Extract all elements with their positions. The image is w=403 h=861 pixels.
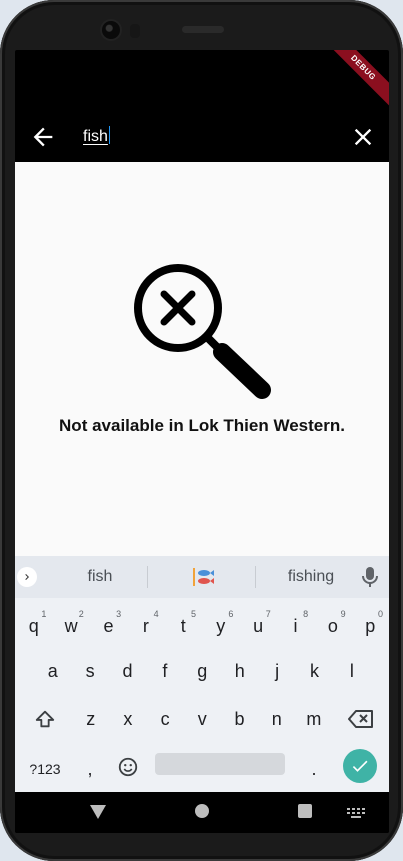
key-d[interactable]: d <box>109 651 146 691</box>
search-input[interactable]: fish <box>83 125 343 149</box>
front-camera <box>102 21 120 39</box>
mic-icon <box>362 567 378 587</box>
arrow-left-icon <box>33 127 53 147</box>
keyboard-switch-icon[interactable] <box>347 808 365 818</box>
key-label: w <box>64 616 78 636</box>
key-u[interactable]: u7 <box>239 606 276 646</box>
key-v[interactable]: v <box>184 699 221 739</box>
comma-key[interactable]: , <box>77 749 103 789</box>
shift-icon <box>35 710 55 728</box>
clear-search-button[interactable] <box>349 123 377 151</box>
key-hint: 9 <box>340 609 346 619</box>
key-r[interactable]: r4 <box>127 606 164 646</box>
key-hint: 1 <box>41 609 47 619</box>
key-b[interactable]: b <box>221 699 258 739</box>
key-o[interactable]: o9 <box>314 606 351 646</box>
key-label: q <box>28 616 39 636</box>
camera-sensor <box>130 24 140 38</box>
system-nav-bar <box>15 792 389 833</box>
key-hint: 8 <box>303 609 309 619</box>
key-h[interactable]: h <box>221 651 258 691</box>
symbols-key[interactable]: ?123 <box>23 749 67 789</box>
emoji-icon <box>118 757 138 777</box>
suggestion-1[interactable]: fish <box>55 568 145 586</box>
earpiece-speaker <box>182 26 224 33</box>
search-input-value: fish <box>83 128 108 145</box>
period-key[interactable]: . <box>301 749 327 789</box>
close-icon <box>354 128 372 146</box>
key-label: i <box>293 616 298 636</box>
key-w[interactable]: w2 <box>52 606 89 646</box>
space-key[interactable] <box>155 753 285 775</box>
nav-back-icon[interactable] <box>90 805 106 819</box>
suggestion-divider <box>255 566 256 588</box>
results-area: Not available in Lok Thien Western. <box>15 162 389 556</box>
key-hint: 4 <box>153 609 159 619</box>
key-p[interactable]: p0 <box>352 606 389 646</box>
key-g[interactable]: g <box>184 651 221 691</box>
key-label: u <box>253 616 264 636</box>
key-e[interactable]: e3 <box>90 606 127 646</box>
voice-input-button[interactable] <box>361 566 379 588</box>
enter-key[interactable] <box>343 749 377 783</box>
key-f[interactable]: f <box>146 651 183 691</box>
key-hint: 3 <box>116 609 122 619</box>
key-t[interactable]: t5 <box>165 606 202 646</box>
key-z[interactable]: z <box>72 699 109 739</box>
key-hint: 2 <box>78 609 84 619</box>
key-a[interactable]: a <box>34 651 71 691</box>
key-label: o <box>327 616 338 636</box>
key-hint: 5 <box>190 609 196 619</box>
key-x[interactable]: x <box>109 699 146 739</box>
key-i[interactable]: i8 <box>277 606 314 646</box>
key-row-1: q1w2e3r4t5y6u7i8o9p0 <box>15 606 389 646</box>
debug-banner: DEBUG <box>323 50 389 108</box>
backspace-icon <box>348 710 373 728</box>
suggestion-strip: fish fishing <box>15 556 389 598</box>
key-hint: 7 <box>265 609 271 619</box>
key-m[interactable]: m <box>295 699 332 739</box>
fish-emoji-suggestion[interactable] <box>191 567 215 587</box>
key-label: r <box>142 616 149 636</box>
emoji-key[interactable] <box>113 749 143 789</box>
nav-home-icon[interactable] <box>195 804 209 818</box>
search-app-bar: fish <box>15 113 389 161</box>
backspace-key[interactable] <box>343 699 379 739</box>
text-caret <box>108 126 111 144</box>
key-s[interactable]: s <box>71 651 108 691</box>
key-row-3: zxcvbnm <box>15 699 389 739</box>
back-button[interactable] <box>29 123 57 151</box>
chevron-right-icon <box>25 574 29 580</box>
key-hint: 6 <box>228 609 234 619</box>
key-row-4: ?123 , . <box>15 749 389 789</box>
shift-key[interactable] <box>29 699 61 739</box>
search-not-found-icon <box>134 264 271 399</box>
nav-recents-icon[interactable] <box>298 804 312 818</box>
key-hint: 0 <box>377 609 383 619</box>
device-frame: DEBUG fish Not available in Lok Thien We… <box>0 0 403 861</box>
key-label: p <box>365 616 376 636</box>
key-q[interactable]: q1 <box>15 606 52 646</box>
empty-state-message: Not available in Lok Thien Western. <box>59 416 345 435</box>
key-label: t <box>180 616 186 636</box>
key-n[interactable]: n <box>258 699 295 739</box>
key-k[interactable]: k <box>296 651 333 691</box>
soft-keyboard: fish fishing q 1 w 2 e 3 r 4 t 5 y 6 u 7… <box>15 556 389 792</box>
key-l[interactable]: l <box>333 651 370 691</box>
key-y[interactable]: y6 <box>202 606 239 646</box>
key-row-2: asdfghjkl <box>15 651 389 691</box>
key-label: y <box>216 616 226 636</box>
suggestion-expand-button[interactable] <box>17 567 37 587</box>
screen: DEBUG fish Not available in Lok Thien We… <box>15 50 389 833</box>
key-label: e <box>103 616 114 636</box>
suggestion-divider <box>147 566 148 588</box>
key-c[interactable]: c <box>146 699 183 739</box>
key-j[interactable]: j <box>258 651 295 691</box>
suggestion-3[interactable]: fishing <box>261 568 361 586</box>
check-icon <box>352 760 368 772</box>
